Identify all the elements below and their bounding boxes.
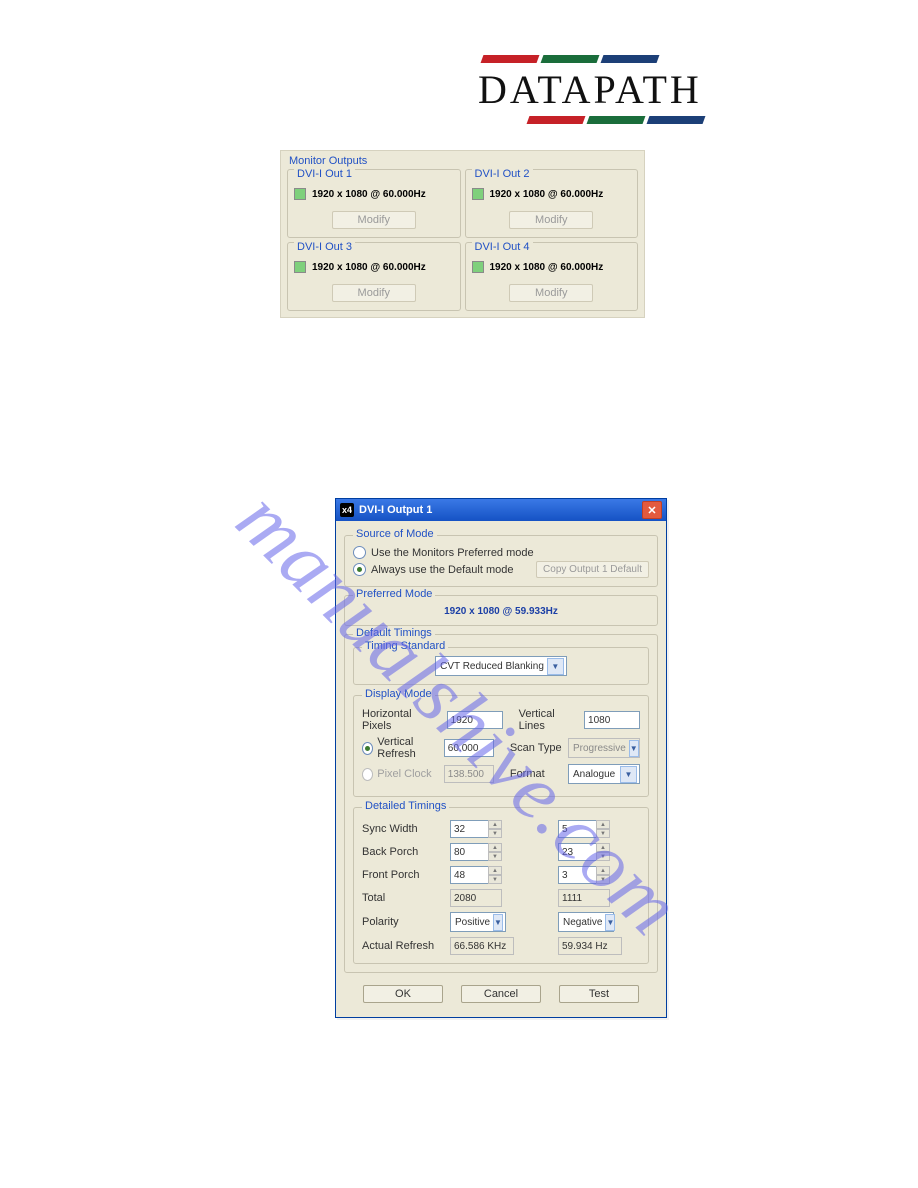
preferred-mode-legend: Preferred Mode — [353, 588, 435, 600]
timing-standard-value: CVT Reduced Blanking — [440, 661, 544, 672]
scantype-select[interactable]: Progressive ▼ — [568, 738, 640, 758]
total-label: Total — [362, 892, 444, 904]
dialog-title: DVI-I Output 1 — [359, 504, 432, 516]
scantype-label: Scan Type — [510, 742, 562, 754]
datapath-logo: DATAPATH — [478, 55, 738, 127]
logo-bar-blue — [601, 55, 660, 63]
modify-button-2[interactable]: Modify — [509, 211, 593, 229]
modify-button-1[interactable]: Modify — [332, 211, 416, 229]
sync-width-label: Sync Width — [362, 823, 444, 835]
ok-button[interactable]: OK — [363, 985, 443, 1003]
chevron-down-icon: ▼ — [493, 914, 503, 931]
output-cell-1: DVI-I Out 1 1920 x 1080 @ 60.000Hz Modif… — [287, 169, 461, 238]
sync-width-h-input[interactable]: 32▲▼ — [450, 820, 502, 838]
pclk-label: Pixel Clock — [377, 768, 438, 780]
default-timings-group: Default Timings Timing Standard CVT Redu… — [344, 634, 658, 973]
actual-refresh-h-value: 66.586 KHz — [450, 937, 514, 955]
hpix-input[interactable]: 1920 — [447, 711, 503, 729]
dialog-titlebar[interactable]: x4 DVI-I Output 1 ✕ — [336, 499, 666, 521]
sync-width-v-input[interactable]: 5▲▼ — [558, 820, 610, 838]
front-porch-label: Front Porch — [362, 869, 444, 881]
output-2-resolution: 1920 x 1080 @ 60.000Hz — [490, 189, 604, 200]
logo-bar-green — [541, 55, 600, 63]
output-cell-2: DVI-I Out 2 1920 x 1080 @ 60.000Hz Modif… — [465, 169, 639, 238]
monitor-outputs-legend: Monitor Outputs — [285, 153, 640, 169]
chevron-down-icon: ▼ — [629, 740, 639, 757]
actual-refresh-label: Actual Refresh — [362, 940, 444, 952]
chevron-down-icon: ▼ — [620, 766, 637, 783]
timing-standard-select[interactable]: CVT Reduced Blanking ▼ — [435, 656, 567, 676]
radio-preferred-label: Use the Monitors Preferred mode — [371, 547, 534, 559]
front-porch-h-input[interactable]: 48▲▼ — [450, 866, 502, 884]
modify-button-4[interactable]: Modify — [509, 284, 593, 302]
timing-standard-group: Timing Standard CVT Reduced Blanking ▼ — [353, 647, 649, 685]
back-porch-v-input[interactable]: 23▲▼ — [558, 843, 610, 861]
total-h-value: 2080 — [450, 889, 502, 907]
detailed-timings-legend: Detailed Timings — [362, 800, 449, 812]
total-v-value: 1111 — [558, 889, 610, 907]
output-4-resolution: 1920 x 1080 @ 60.000Hz — [490, 262, 604, 273]
logo-bar-blue — [647, 116, 706, 124]
source-of-mode-group: Source of Mode Use the Monitors Preferre… — [344, 535, 658, 587]
radio-default-mode[interactable] — [353, 563, 366, 576]
output-1-resolution: 1920 x 1080 @ 60.000Hz — [312, 189, 426, 200]
preferred-mode-value: 1920 x 1080 @ 59.933Hz — [353, 606, 649, 617]
copy-output-default-button[interactable]: Copy Output 1 Default — [536, 561, 649, 578]
pclk-input: 138.500 — [444, 765, 494, 783]
hpix-label: Horizontal Pixels — [362, 708, 441, 732]
format-label: Format — [510, 768, 562, 780]
polarity-v-select[interactable]: Negative▼ — [558, 912, 614, 932]
polarity-h-select[interactable]: Positive▼ — [450, 912, 506, 932]
output-3-title: DVI-I Out 3 — [294, 241, 355, 253]
close-icon[interactable]: ✕ — [642, 501, 662, 519]
format-value: Analogue — [573, 769, 615, 780]
back-porch-h-input[interactable]: 80▲▼ — [450, 843, 502, 861]
display-mode-group: Display Mode Horizontal Pixels 1920 Vert… — [353, 695, 649, 797]
dvi-output-dialog: x4 DVI-I Output 1 ✕ Source of Mode Use t… — [335, 498, 667, 1018]
back-porch-label: Back Porch — [362, 846, 444, 858]
output-3-resolution: 1920 x 1080 @ 60.000Hz — [312, 262, 426, 273]
vlines-label: Vertical Lines — [519, 708, 578, 732]
status-icon — [294, 261, 306, 273]
cancel-button[interactable]: Cancel — [461, 985, 541, 1003]
output-cell-4: DVI-I Out 4 1920 x 1080 @ 60.000Hz Modif… — [465, 242, 639, 311]
modify-button-3[interactable]: Modify — [332, 284, 416, 302]
chevron-down-icon: ▼ — [605, 914, 615, 931]
actual-refresh-v-value: 59.934 Hz — [558, 937, 622, 955]
logo-bar-red — [481, 55, 540, 63]
radio-default-label: Always use the Default mode — [371, 564, 513, 576]
output-cell-3: DVI-I Out 3 1920 x 1080 @ 60.000Hz Modif… — [287, 242, 461, 311]
logo-bar-green — [587, 116, 646, 124]
output-4-title: DVI-I Out 4 — [472, 241, 533, 253]
chevron-down-icon: ▼ — [547, 658, 564, 675]
source-of-mode-legend: Source of Mode — [353, 528, 437, 540]
timing-standard-legend: Timing Standard — [362, 640, 448, 652]
monitor-outputs-panel: Monitor Outputs DVI-I Out 1 1920 x 1080 … — [280, 150, 645, 318]
vlines-input[interactable]: 1080 — [584, 711, 640, 729]
polarity-label: Polarity — [362, 916, 444, 928]
output-1-title: DVI-I Out 1 — [294, 168, 355, 180]
logo-text: DATAPATH — [478, 66, 738, 113]
radio-vertical-refresh[interactable] — [362, 742, 373, 755]
preferred-mode-group: Preferred Mode 1920 x 1080 @ 59.933Hz — [344, 595, 658, 626]
radio-preferred-mode[interactable] — [353, 546, 366, 559]
dialog-app-icon: x4 — [340, 503, 354, 517]
logo-bar-red — [527, 116, 586, 124]
test-button[interactable]: Test — [559, 985, 639, 1003]
front-porch-v-input[interactable]: 3▲▼ — [558, 866, 610, 884]
detailed-timings-group: Detailed Timings Sync Width 32▲▼ 5▲▼ Bac… — [353, 807, 649, 964]
status-icon — [472, 261, 484, 273]
status-icon — [294, 188, 306, 200]
output-2-title: DVI-I Out 2 — [472, 168, 533, 180]
scantype-value: Progressive — [573, 743, 626, 754]
default-timings-legend: Default Timings — [353, 627, 435, 639]
vref-input[interactable]: 60.000 — [444, 739, 494, 757]
vref-label: Vertical Refresh — [377, 736, 438, 760]
format-select[interactable]: Analogue ▼ — [568, 764, 640, 784]
status-icon — [472, 188, 484, 200]
radio-pixel-clock[interactable] — [362, 768, 373, 781]
display-mode-legend: Display Mode — [362, 688, 435, 700]
